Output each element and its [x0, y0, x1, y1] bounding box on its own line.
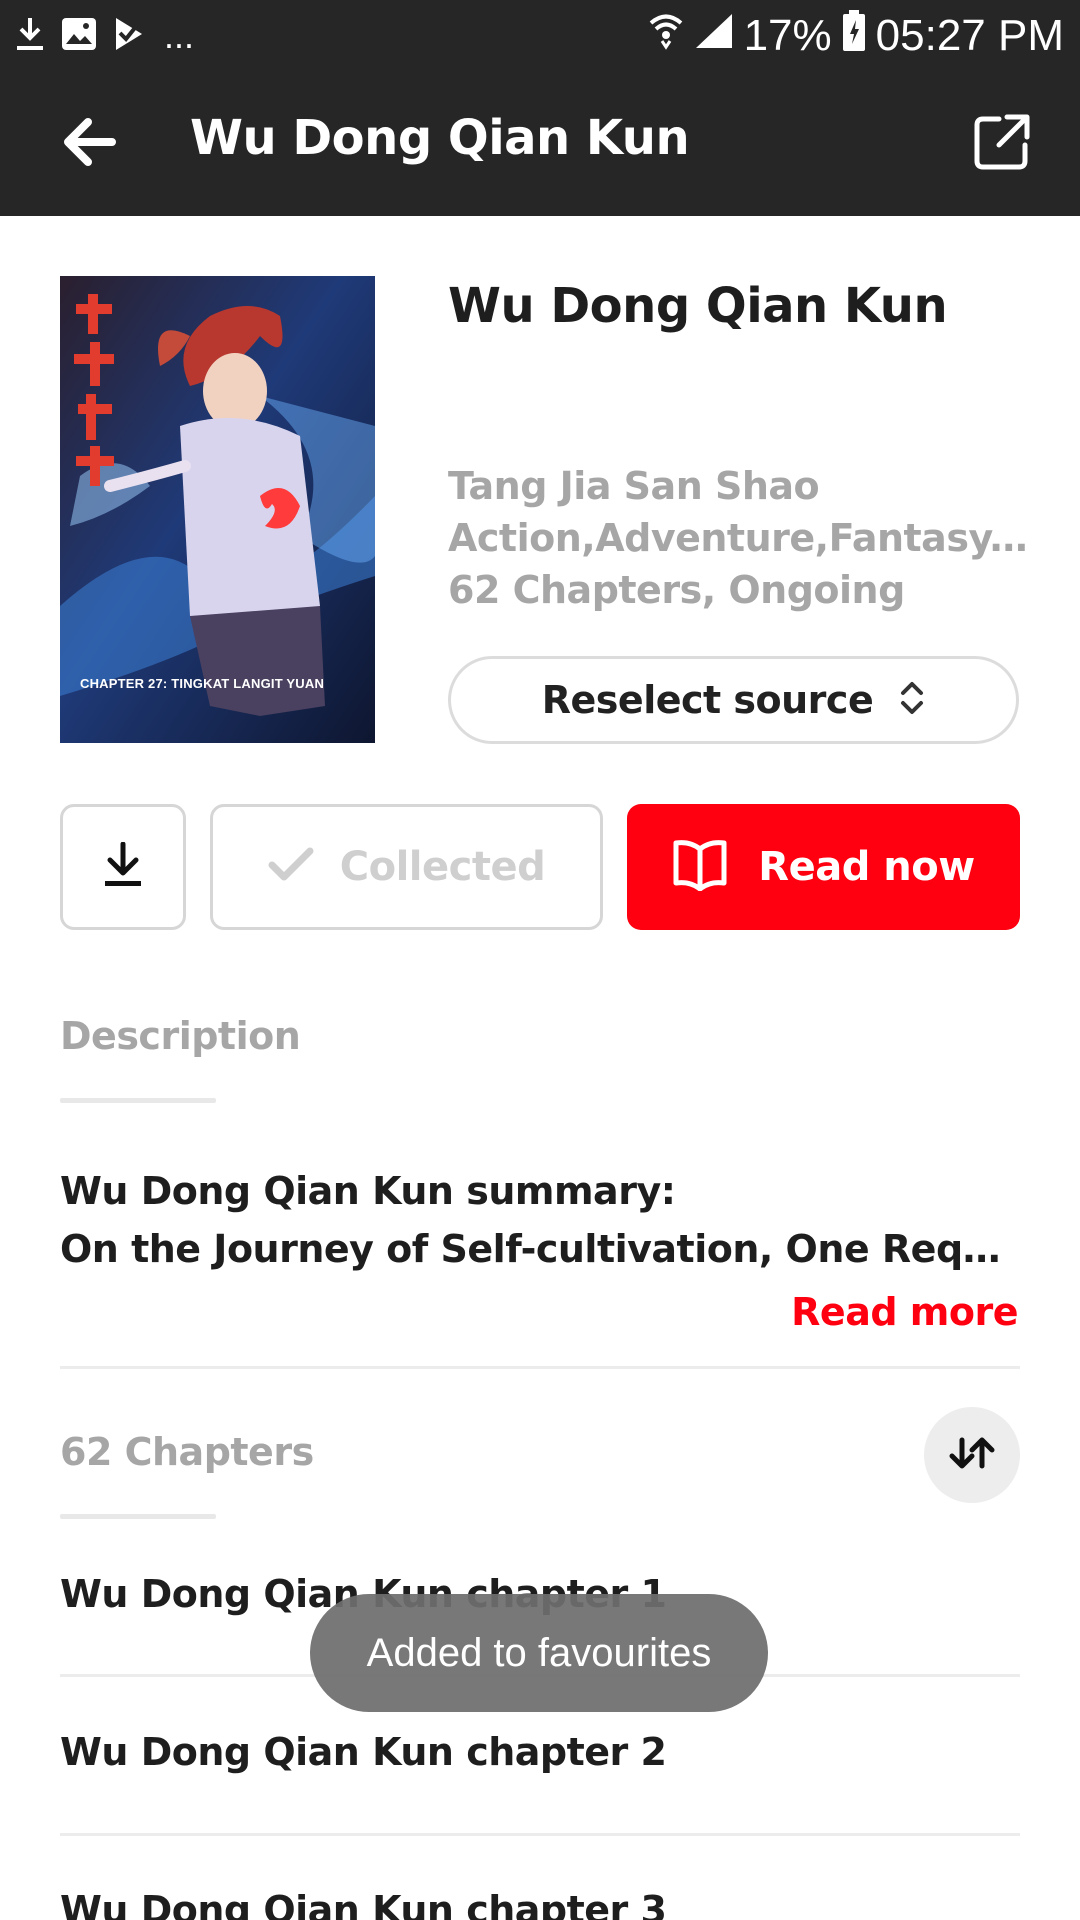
chapter-list-item[interactable]: Wu Dong Qian Kun chapter 3	[60, 1846, 1020, 1920]
back-arrow-icon	[60, 116, 116, 172]
open-book-icon	[672, 839, 728, 895]
book-title: Wu Dong Qian Kun	[448, 278, 948, 334]
toast-notification: Added to favourites	[310, 1594, 768, 1712]
clock: 05:27 PM	[875, 11, 1064, 60]
description-line-1: Wu Dong Qian Kun summary:	[60, 1169, 676, 1213]
chapter-title: Wu Dong Qian Kun chapter 3	[60, 1888, 667, 1920]
check-flag-icon	[112, 16, 146, 56]
status-system: 17% 05:27 PM	[648, 9, 1064, 63]
description-heading: Description	[60, 1014, 301, 1058]
chapter-title: Wu Dong Qian Kun chapter 2	[60, 1730, 667, 1774]
book-cover-image[interactable]: CHAPTER 27: TINGKAT LANGIT YUAN	[60, 276, 375, 743]
download-icon	[14, 14, 46, 58]
sort-arrows-icon	[948, 1436, 996, 1474]
battery-charging-icon	[842, 9, 866, 63]
signal-icon	[694, 11, 734, 61]
reselect-source-label: Reselect source	[541, 678, 874, 722]
download-button[interactable]	[60, 804, 186, 930]
image-icon	[60, 16, 98, 56]
open-external-button[interactable]	[964, 106, 1040, 182]
download-icon	[103, 841, 143, 892]
checkmark-icon	[268, 847, 314, 887]
status-bar: ... 17% 05:27 PM	[0, 0, 1080, 72]
wifi-icon	[648, 11, 684, 62]
sort-order-button[interactable]	[924, 1407, 1020, 1503]
app-bar-title: Wu Dong Qian Kun	[190, 110, 690, 166]
description-line-2: On the Journey of Self-cultivation, One …	[60, 1227, 1020, 1271]
toast-message: Added to favourites	[366, 1630, 712, 1675]
collected-label: Collected	[339, 844, 546, 890]
book-genres: Action,Adventure,Fantasy,...	[448, 516, 1028, 560]
open-external-icon	[973, 113, 1031, 175]
chapters-underline	[60, 1514, 216, 1519]
back-button[interactable]	[48, 112, 128, 176]
book-meta: Tang Jia San Shao Action,Adventure,Fanta…	[448, 460, 1028, 616]
description-text: Wu Dong Qian Kun summary: On the Journey…	[60, 1162, 1020, 1278]
cover-artwork	[60, 276, 375, 743]
collected-button[interactable]: Collected	[210, 804, 603, 930]
chapters-heading: 62 Chapters	[60, 1430, 314, 1474]
chapter-divider	[60, 1833, 1020, 1836]
cover-caption: CHAPTER 27: TINGKAT LANGIT YUAN	[80, 676, 325, 691]
read-now-label: Read now	[758, 844, 975, 890]
book-status: 62 Chapters, Ongoing	[448, 568, 905, 612]
app-bar: Wu Dong Qian Kun	[0, 72, 1080, 216]
status-notifications: ...	[14, 14, 194, 58]
status-overflow: ...	[164, 15, 195, 56]
reselect-source-button[interactable]: Reselect source	[448, 656, 1019, 744]
read-more-link[interactable]: Read more	[791, 1290, 1018, 1334]
description-underline	[60, 1098, 216, 1103]
battery-text: 17%	[743, 11, 832, 60]
section-divider	[60, 1366, 1020, 1369]
unfold-icon	[899, 679, 925, 721]
read-now-button[interactable]: Read now	[627, 804, 1020, 930]
book-author: Tang Jia San Shao	[448, 464, 820, 508]
